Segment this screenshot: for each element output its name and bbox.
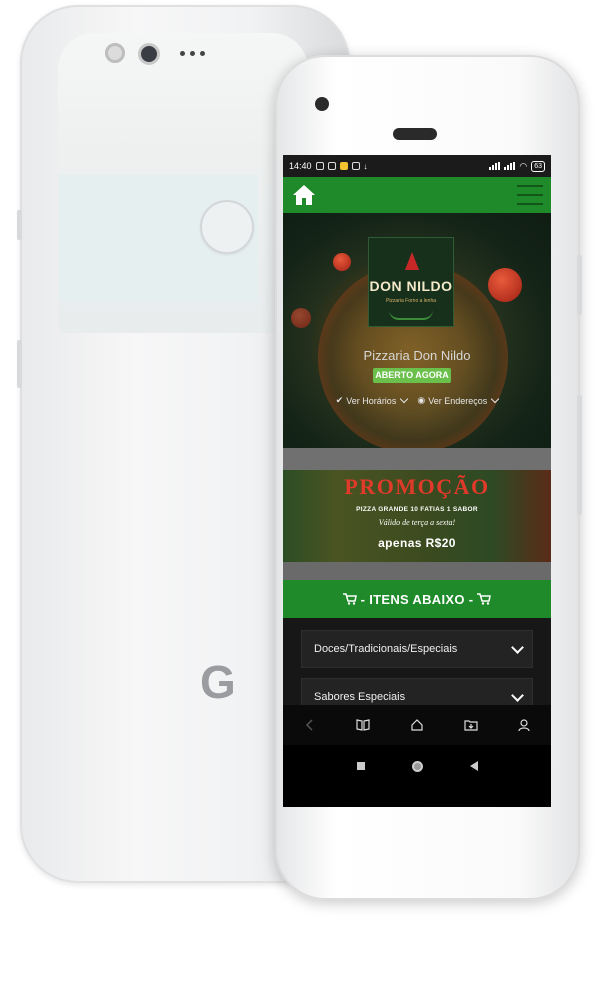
signal-icon bbox=[489, 162, 501, 170]
logo-title: DON NILDO bbox=[369, 278, 453, 294]
store-name: Pizzaria Don Nildo bbox=[363, 348, 471, 363]
check-circle-icon: ✔ bbox=[335, 395, 344, 405]
location-pin-icon: ◉ bbox=[417, 395, 426, 405]
status-bar: 14:40 ↓ ◠ 63 bbox=[283, 155, 551, 177]
volume-button bbox=[577, 255, 582, 315]
battery-icon: 63 bbox=[531, 160, 545, 172]
logo-emblem-icon bbox=[405, 252, 419, 270]
download-icon: ↓ bbox=[363, 161, 368, 171]
app-bar bbox=[283, 177, 551, 213]
home-icon[interactable] bbox=[291, 183, 317, 207]
fingerprint-sensor bbox=[200, 200, 254, 254]
hamburger-menu-icon[interactable] bbox=[517, 185, 543, 205]
sensor-dots bbox=[180, 51, 205, 56]
tomato-decoration bbox=[488, 268, 522, 302]
store-hero: DON NILDO Pizzaria Forno a lenha Pizzari… bbox=[283, 213, 551, 448]
store-info-links: ✔ Ver Horários ◉ Ver Endereços bbox=[283, 394, 551, 406]
promo-banner[interactable]: PROMOÇÃO PIZZA GRANDE 10 FATIAS 1 SABOR … bbox=[283, 470, 551, 562]
system-nav-bar bbox=[283, 745, 551, 787]
signal-icon-2 bbox=[504, 162, 516, 170]
hours-link[interactable]: ✔ Ver Horários bbox=[335, 394, 409, 406]
items-section-header: - ITENS ABAIXO - bbox=[283, 580, 551, 618]
promo-title: PROMOÇÃO bbox=[344, 474, 490, 499]
promo-price: apenas R$20 bbox=[378, 536, 456, 550]
tomato-decoration bbox=[291, 308, 311, 328]
category-label: Doces/Tradicionais/Especiais bbox=[314, 643, 458, 655]
book-icon[interactable] bbox=[356, 718, 370, 732]
back-triangle-icon[interactable] bbox=[469, 761, 478, 771]
promo-top-strip bbox=[283, 448, 551, 470]
earpiece-speaker bbox=[393, 128, 437, 140]
front-camera-icon bbox=[315, 97, 329, 111]
clock-icon bbox=[327, 162, 336, 170]
category-item[interactable]: Doces/Tradicionais/Especiais bbox=[301, 630, 533, 668]
profile-icon[interactable] bbox=[517, 718, 531, 732]
chevron-down-icon bbox=[490, 394, 500, 404]
screen-bottom-edge bbox=[283, 787, 551, 807]
back-phone-button bbox=[17, 340, 22, 388]
image-icon bbox=[351, 162, 360, 170]
promo-validity: Válido de terça a sexta! bbox=[378, 518, 456, 527]
alarm-icon bbox=[315, 162, 324, 170]
home-button-icon[interactable] bbox=[411, 760, 423, 772]
chevron-down-icon bbox=[511, 688, 524, 702]
open-status-badge: ABERTO AGORA bbox=[373, 368, 451, 383]
store-logo: DON NILDO Pizzaria Forno a lenha bbox=[368, 237, 454, 327]
back-phone-button bbox=[17, 210, 22, 240]
power-button bbox=[577, 395, 582, 515]
browser-toolbar bbox=[283, 705, 551, 745]
addresses-link-label: Ver Endereços bbox=[428, 395, 488, 406]
hours-link-label: Ver Horários bbox=[346, 395, 397, 406]
rear-camera-icon bbox=[138, 43, 160, 65]
tomato-decoration bbox=[333, 253, 351, 271]
home-outline-icon[interactable] bbox=[410, 718, 424, 732]
category-label: Sabores Especiais bbox=[314, 691, 406, 703]
items-section-title: - ITENS ABAIXO - bbox=[360, 591, 474, 607]
addresses-link[interactable]: ◉ Ver Endereços bbox=[417, 394, 500, 406]
promo-bottom-strip bbox=[283, 562, 551, 580]
logo-subtitle: Pizzaria Forno a lenha bbox=[385, 298, 437, 304]
logo-leaves-icon bbox=[389, 310, 433, 320]
cart-icon bbox=[342, 593, 357, 605]
download-folder-icon[interactable] bbox=[463, 718, 478, 732]
cart-icon bbox=[477, 593, 492, 605]
app-notification-icon bbox=[339, 162, 348, 170]
recents-icon[interactable] bbox=[356, 762, 365, 770]
chevron-down-icon bbox=[511, 640, 524, 654]
back-arrow-icon[interactable] bbox=[303, 718, 317, 732]
wifi-icon: ◠ bbox=[519, 160, 528, 171]
promo-description: PIZZA GRANDE 10 FATIAS 1 SABOR bbox=[356, 506, 478, 513]
phone-screen: 14:40 ↓ ◠ 63 DON NILDO Pizzaria Forno a … bbox=[283, 155, 551, 807]
status-time: 14:40 bbox=[289, 161, 312, 171]
flash-icon bbox=[105, 43, 125, 63]
chevron-down-icon bbox=[400, 394, 409, 404]
google-logo: G bbox=[200, 656, 236, 708]
